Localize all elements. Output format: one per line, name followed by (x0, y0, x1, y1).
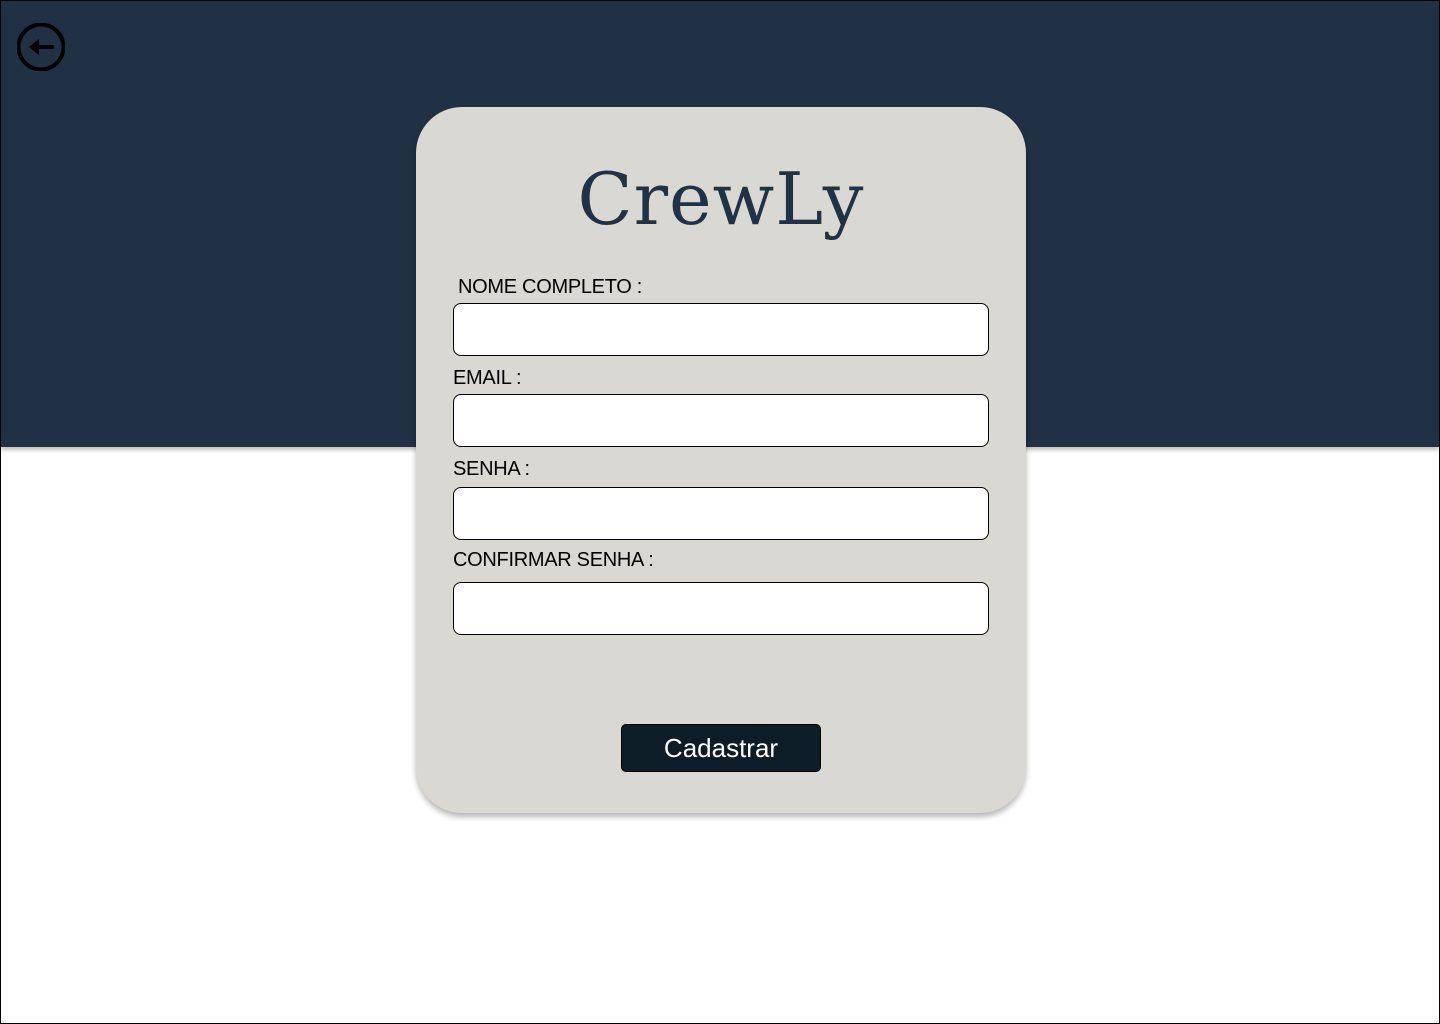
back-button[interactable] (17, 23, 65, 71)
page-frame: CrewLy NOME COMPLETO : EMAIL : SENHA : C… (0, 0, 1440, 1024)
confirm-password-input[interactable] (453, 582, 989, 635)
full-name-label: NOME COMPLETO : (458, 276, 643, 298)
email-label: EMAIL : (453, 367, 522, 389)
register-button[interactable]: Cadastrar (621, 724, 821, 772)
confirm-password-label: CONFIRMAR SENHA : (453, 549, 654, 571)
arrow-left-circle-icon (17, 23, 65, 71)
signup-card: CrewLy NOME COMPLETO : EMAIL : SENHA : C… (416, 107, 1026, 813)
email-input[interactable] (453, 394, 989, 447)
password-input[interactable] (453, 487, 989, 540)
password-label: SENHA : (453, 458, 530, 480)
brand-logo: CrewLy (577, 157, 865, 241)
full-name-input[interactable] (453, 303, 989, 356)
